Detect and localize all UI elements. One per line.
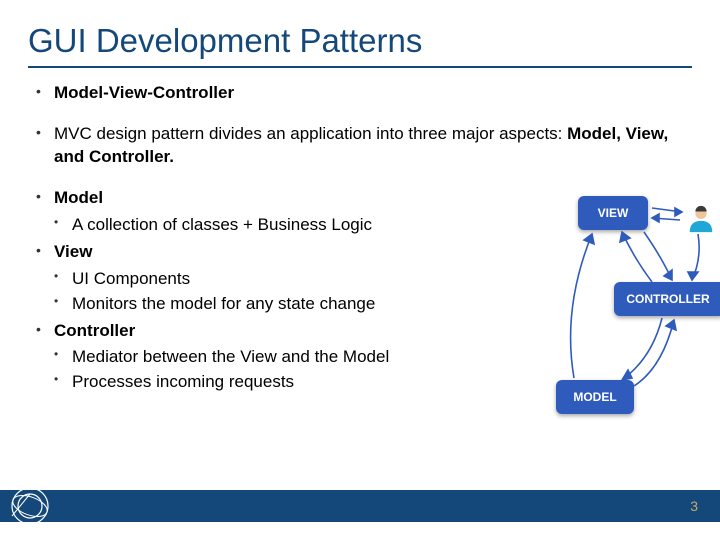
footer-bar [0,490,720,522]
slide: GUI Development Patterns Model-View-Cont… [0,0,720,540]
page-number: 3 [690,498,698,514]
bullet-heading: View [54,242,92,261]
slide-title: GUI Development Patterns [0,0,720,66]
bullet-heading: Controller [54,321,135,340]
cern-logo-icon [10,486,50,526]
title-underline [28,66,692,68]
bullet-text: Model-View-Controller [54,83,234,102]
bullet-mvc-description: MVC design pattern divides an applicatio… [36,123,692,169]
diagram-arrows [502,188,720,438]
bullet-text-pre: MVC design pattern divides an applicatio… [54,124,567,143]
bullet-mvc-name: Model-View-Controller [36,82,692,105]
mvc-diagram: VIEW CONTROLLER MODEL [502,188,720,438]
bullet-heading: Model [54,188,103,207]
